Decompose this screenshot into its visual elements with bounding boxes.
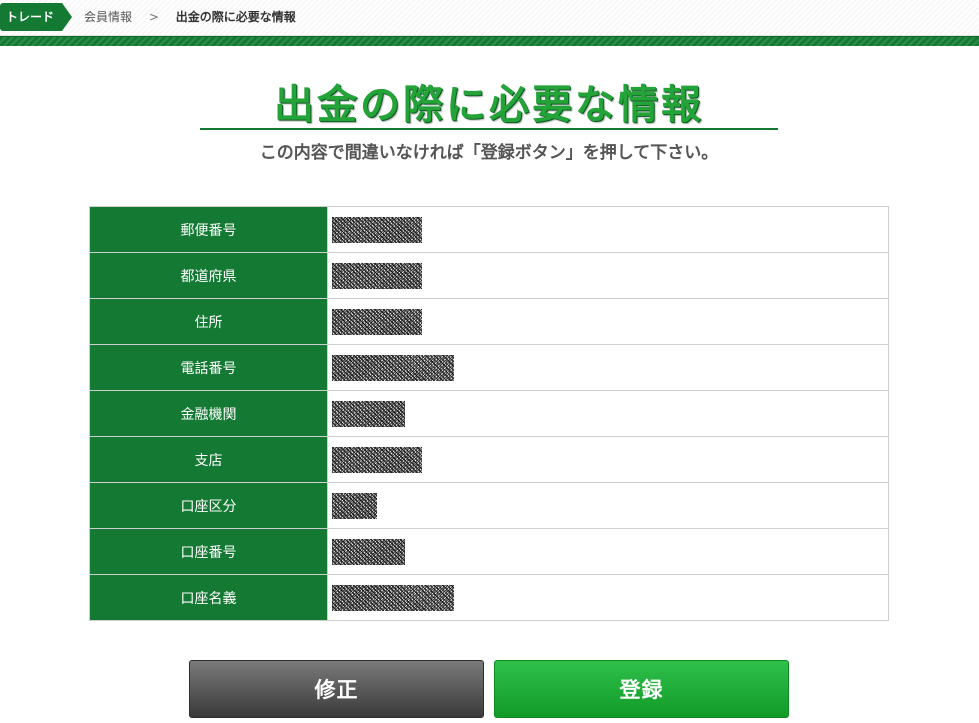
- edit-button[interactable]: 修正: [189, 660, 484, 718]
- row-value: [327, 482, 889, 529]
- table-row: 支店: [89, 436, 889, 483]
- masked-value: [332, 446, 422, 473]
- breadcrumb: トレード 会員情報 > 出金の際に必要な情報: [0, 0, 979, 36]
- breadcrumb-home-link[interactable]: トレード: [0, 3, 72, 31]
- row-value: [327, 528, 889, 575]
- row-value: [327, 252, 889, 299]
- table-row: 口座区分: [89, 482, 889, 529]
- row-label: 電話番号: [89, 344, 328, 391]
- table-row: 電話番号: [89, 344, 889, 391]
- table-row: 金融機関: [89, 390, 889, 437]
- row-value: [327, 298, 889, 345]
- masked-value: [332, 308, 422, 335]
- row-value: [327, 206, 889, 253]
- masked-value: [332, 354, 454, 381]
- row-label: 支店: [89, 436, 328, 483]
- masked-value: [332, 262, 422, 289]
- row-label: 郵便番号: [89, 206, 328, 253]
- masked-value: [332, 584, 454, 611]
- row-value: [327, 344, 889, 391]
- withdrawal-info-table: 郵便番号 都道府県 住所 電話番号 金融機関 支店 口座区分 口座番号 口座名義: [89, 206, 889, 621]
- table-row: 住所: [89, 298, 889, 345]
- row-label: 金融機関: [89, 390, 328, 437]
- row-value: [327, 574, 889, 621]
- table-row: 口座名義: [89, 574, 889, 621]
- table-row: 郵便番号: [89, 206, 889, 253]
- row-label: 口座区分: [89, 482, 328, 529]
- page-title: 出金の際に必要な情報: [274, 82, 704, 128]
- row-label: 住所: [89, 298, 328, 345]
- table-row: 都道府県: [89, 252, 889, 299]
- row-label: 都道府県: [89, 252, 328, 299]
- register-button[interactable]: 登録: [494, 660, 789, 718]
- row-value: [327, 436, 889, 483]
- row-label: 口座名義: [89, 574, 328, 621]
- masked-value: [332, 538, 405, 565]
- masked-value: [332, 216, 422, 243]
- breadcrumb-item-current: 出金の際に必要な情報: [175, 10, 296, 24]
- header-divider: [0, 36, 979, 46]
- table-row: 口座番号: [89, 528, 889, 575]
- row-label: 口座番号: [89, 528, 328, 575]
- breadcrumb-trail: 会員情報 > 出金の際に必要な情報: [84, 3, 296, 31]
- title-underline: [200, 128, 778, 130]
- breadcrumb-item-member-info[interactable]: 会員情報: [84, 10, 132, 24]
- row-value: [327, 390, 889, 437]
- breadcrumb-separator: >: [148, 10, 159, 24]
- masked-value: [332, 492, 377, 519]
- masked-value: [332, 400, 405, 427]
- page-subtitle: この内容で間違いなければ「登録ボタン」を押して下さい。: [259, 143, 719, 163]
